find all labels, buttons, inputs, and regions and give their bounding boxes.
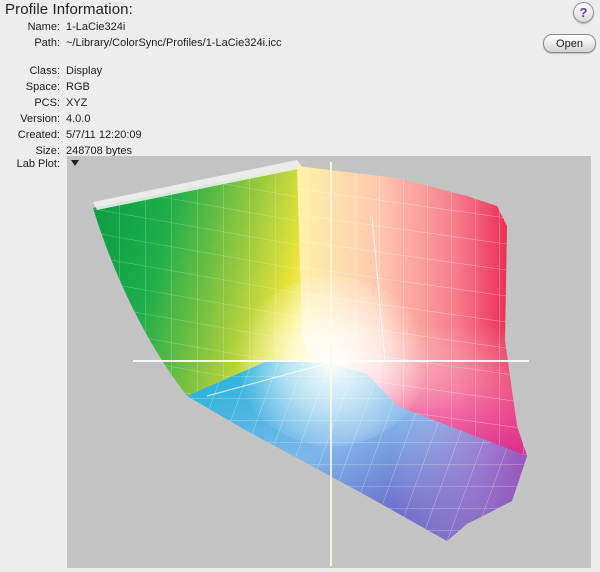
version-row: Version: 4.0.0 [0,111,600,127]
space-value: RGB [66,81,90,93]
lab-plot-label: Lab Plot: [16,158,60,170]
gamut-plot-svg [93,160,529,566]
space-row: Space: RGB [0,79,600,95]
version-value: 4.0.0 [66,113,91,125]
name-row: Name: 1-LaCie324i [0,19,600,35]
created-row: Created: 5/7/11 12:20:09 [0,127,600,143]
lab-plot-view[interactable] [67,156,591,568]
created-value: 5/7/11 12:20:09 [66,129,142,141]
path-row: Path: ~/Library/ColorSync/Profiles/1-LaC… [0,35,600,51]
pcs-value: XYZ [66,97,88,109]
space-label: Space: [25,81,60,93]
name-value: 1-LaCie324i [66,21,126,33]
version-label: Version: [20,113,60,125]
class-label: Class: [29,65,60,77]
pcs-label: PCS: [34,97,60,109]
open-button[interactable]: Open [543,34,596,53]
pcs-row: PCS: XYZ [0,95,600,111]
class-value: Display [66,65,103,77]
panel-title: Profile Information: [5,1,133,18]
created-label: Created: [17,129,60,141]
path-value: ~/Library/ColorSync/Profiles/1-LaCie324i… [66,37,282,49]
path-label: Path: [34,37,60,49]
class-row: Class: Display [0,63,600,79]
triangle-down-icon[interactable] [71,160,79,166]
name-label: Name: [27,21,60,33]
